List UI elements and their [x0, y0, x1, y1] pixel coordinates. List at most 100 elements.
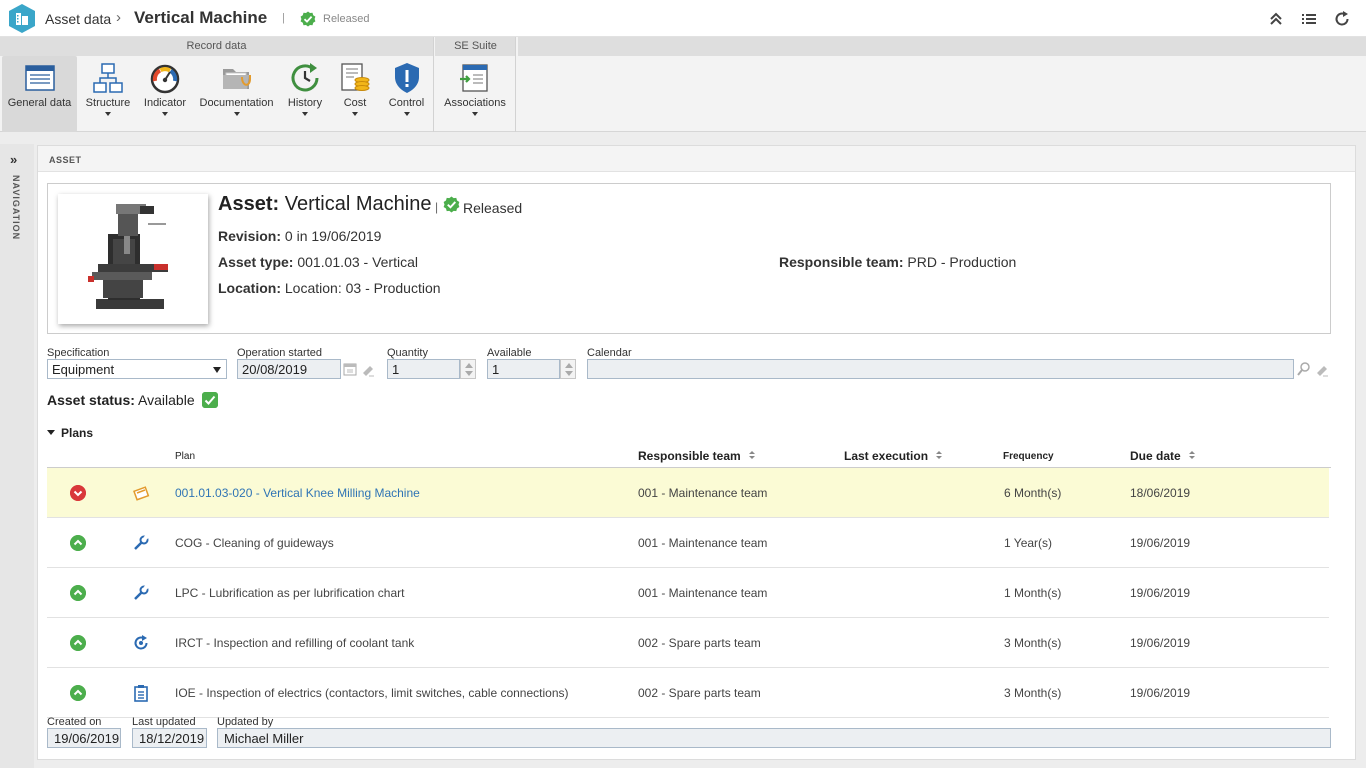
on-schedule-up-icon	[70, 585, 86, 601]
plan-due-date: 19/06/2019	[1130, 686, 1191, 700]
folder-icon	[222, 69, 251, 89]
column-header-responsible-team[interactable]: Responsible team	[638, 449, 756, 463]
refresh-gear-icon	[134, 635, 148, 650]
ribbon-group-record-data: Record data	[0, 37, 433, 56]
asset-heading-divider: |	[435, 200, 439, 214]
plan-frequency: 3 Month(s)	[1004, 686, 1062, 700]
asset-heading-value: Vertical Machine	[284, 193, 432, 215]
specification-select[interactable]: Equipment	[47, 359, 227, 379]
refresh-icon[interactable]	[1332, 9, 1352, 29]
calendar-label: Calendar	[587, 347, 632, 359]
plan-responsible-team: 002 - Spare parts team	[638, 636, 761, 650]
quantity-field[interactable]: 1	[387, 359, 460, 379]
navigation-label[interactable]: NAVIGATION	[11, 175, 21, 240]
ribbon-button-label: Cost	[343, 97, 367, 109]
list-view-icon[interactable]	[1299, 9, 1319, 29]
ribbon-toolbar: Record data SE Suite General data Struct…	[0, 37, 1366, 132]
plan-name[interactable]: IRCT - Inspection and refilling of coola…	[175, 636, 414, 650]
ribbon-button-history[interactable]: History	[282, 56, 328, 132]
table-row[interactable]: COG - Cleaning of guideways 001 - Mainte…	[47, 518, 1329, 568]
updated-by-field: Michael Miller	[217, 728, 1331, 748]
asset-status-text: Released	[463, 200, 523, 216]
dropdown-caret-icon	[105, 112, 111, 116]
breadcrumb-separator: ›	[116, 9, 121, 26]
plan-due-date: 19/06/2019	[1130, 636, 1191, 650]
column-header-label: Responsible team	[638, 449, 741, 463]
collapse-up-icon[interactable]	[1266, 9, 1286, 29]
quantity-label: Quantity	[387, 347, 428, 359]
asset-photo[interactable]	[58, 194, 208, 324]
plan-responsible-team: 001 - Maintenance team	[638, 536, 768, 550]
plans-section-toggle[interactable]: Plans	[47, 426, 93, 440]
released-badge-icon	[300, 11, 316, 27]
ribbon-button-associations[interactable]: Associations	[440, 56, 510, 132]
ribbon-button-cost[interactable]: Cost	[333, 56, 377, 132]
operation-started-field[interactable]: 20/08/2019	[237, 359, 341, 379]
plan-name[interactable]: IOE - Inspection of electrics (contactor…	[175, 686, 569, 700]
table-row[interactable]: IOE - Inspection of electrics (contactor…	[47, 668, 1329, 718]
increment-icon	[565, 363, 573, 368]
on-schedule-up-icon	[70, 535, 86, 551]
status-badge: Released	[323, 13, 370, 25]
dropdown-caret-icon	[302, 112, 308, 116]
plan-name[interactable]: LPC - Lubrification as per lubrification…	[175, 586, 404, 600]
calendar-field[interactable]	[587, 359, 1294, 379]
collapse-caret-icon	[47, 430, 55, 435]
sort-icon	[1188, 451, 1196, 460]
column-header-frequency[interactable]: Frequency	[1003, 451, 1054, 462]
history-clock-icon	[291, 63, 319, 92]
ribbon-button-general-data[interactable]: General data	[2, 56, 77, 132]
ribbon-group-empty	[518, 37, 1366, 56]
plan-frequency: 1 Year(s)	[1004, 536, 1053, 550]
quantity-stepper[interactable]	[460, 359, 476, 379]
ribbon-button-structure[interactable]: Structure	[80, 56, 136, 132]
last-updated-field: 18/12/2019	[132, 728, 207, 748]
table-row[interactable]: 001.01.03-020 - Vertical Knee Milling Ma…	[47, 468, 1329, 518]
general-data-icon	[24, 65, 55, 91]
milling-machine-image	[88, 204, 168, 309]
released-badge-icon	[443, 196, 460, 213]
plan-responsible-team: 002 - Spare parts team	[638, 686, 761, 700]
column-header-label: Due date	[1130, 449, 1181, 463]
sort-icon	[936, 451, 943, 460]
available-check-icon	[202, 392, 218, 408]
breadcrumb-root[interactable]: Asset data	[45, 11, 111, 27]
plan-name[interactable]: COG - Cleaning of guideways	[175, 536, 334, 550]
available-field[interactable]: 1	[487, 359, 560, 379]
ribbon-button-indicator[interactable]: Indicator	[139, 56, 191, 132]
panel-header: ASSET	[38, 146, 1355, 172]
shield-alert-icon	[394, 63, 419, 93]
clear-eraser-icon[interactable]	[360, 360, 376, 378]
clear-eraser-icon[interactable]	[1314, 360, 1330, 378]
revision-value: 0 in 19/06/2019	[284, 228, 382, 244]
ribbon-button-control[interactable]: Control	[384, 56, 429, 132]
plan-responsible-team: 001 - Maintenance team	[638, 486, 768, 500]
dropdown-caret-icon	[233, 112, 240, 116]
search-icon[interactable]	[1296, 360, 1312, 378]
asset-status-label: Asset status:	[47, 392, 135, 408]
ribbon-divider	[515, 37, 516, 132]
dropdown-arrow-icon	[213, 367, 221, 373]
associations-icon	[460, 64, 488, 92]
ribbon-button-documentation[interactable]: Documentation	[197, 56, 276, 132]
calendar-warning-icon	[133, 486, 150, 501]
title-divider: |	[282, 12, 285, 24]
table-row[interactable]: IRCT - Inspection and refilling of coola…	[47, 618, 1329, 668]
last-updated-label: Last updated	[132, 716, 196, 728]
column-header-plan[interactable]: Plan	[175, 451, 195, 462]
ribbon-button-label: Associations	[444, 97, 506, 109]
available-stepper[interactable]	[560, 359, 576, 379]
asset-type-value: 001.01.03 - Vertical	[297, 254, 418, 270]
asset-status-value: Available	[138, 392, 195, 408]
calendar-picker-icon[interactable]	[342, 360, 358, 378]
column-header-last-execution[interactable]: Last execution	[844, 449, 943, 463]
on-schedule-up-icon	[70, 635, 86, 651]
table-row[interactable]: LPC - Lubrification as per lubrification…	[47, 568, 1329, 618]
plan-name[interactable]: 001.01.03-020 - Vertical Knee Milling Ma…	[175, 486, 420, 500]
responsible-team-value: PRD - Production	[907, 254, 1017, 270]
specification-label: Specification	[47, 347, 110, 359]
column-header-due-date[interactable]: Due date	[1130, 449, 1196, 463]
expand-navigation-icon[interactable]: »	[10, 152, 17, 167]
structure-icon	[93, 63, 123, 93]
clipboard-icon	[134, 685, 148, 702]
